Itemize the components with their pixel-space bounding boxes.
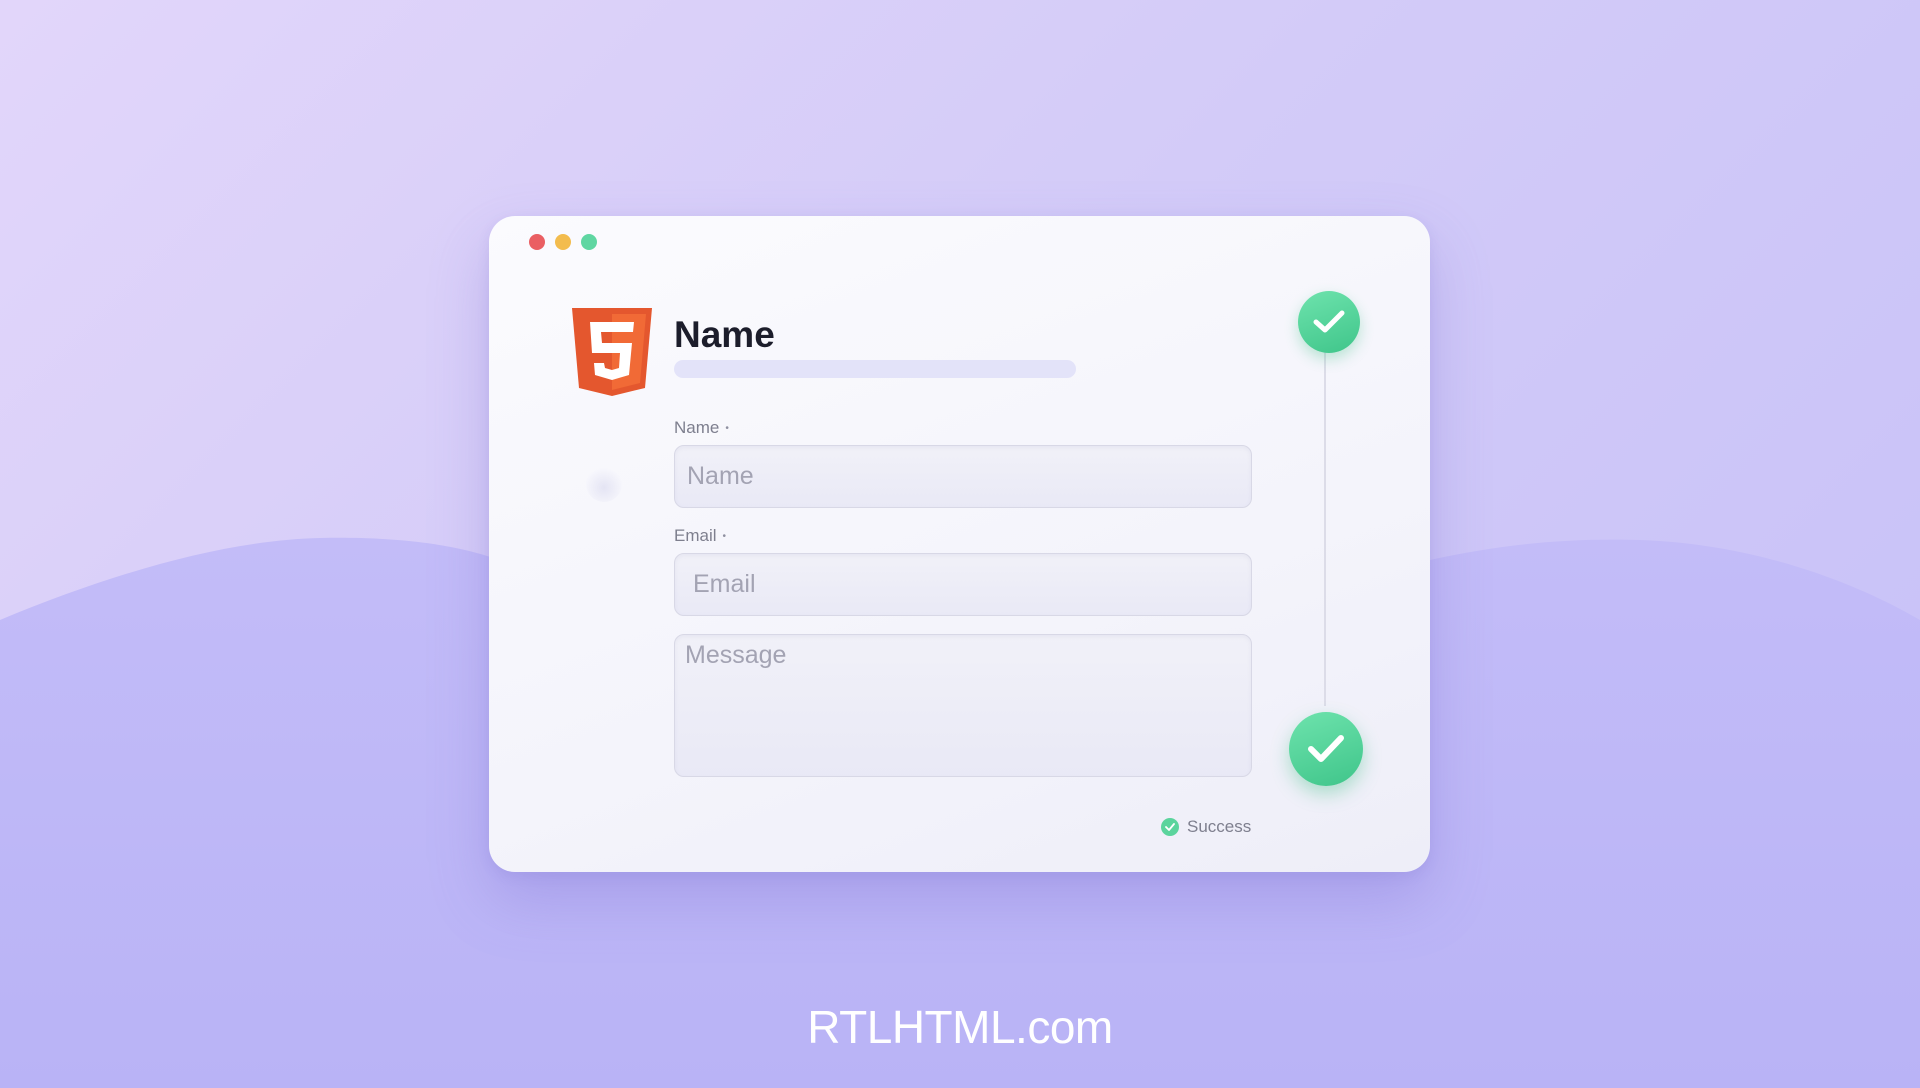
email-required-mark: •	[722, 531, 727, 543]
check-icon	[1313, 310, 1345, 333]
name-input[interactable]	[674, 445, 1252, 508]
check-icon	[1308, 735, 1344, 762]
html5-logo-icon	[572, 308, 652, 396]
loading-indicator	[586, 466, 622, 502]
minimize-button[interactable]	[555, 234, 571, 250]
step-complete-badge	[1298, 291, 1360, 353]
page-background: Name Name • Email •	[0, 0, 1920, 1088]
status-text: Success	[1187, 817, 1252, 836]
message-textarea[interactable]	[674, 634, 1252, 777]
email-input[interactable]	[674, 553, 1252, 616]
step-connector-line	[1324, 346, 1326, 706]
check-icon	[1161, 818, 1179, 836]
maximize-button[interactable]	[581, 234, 597, 250]
email-label-text: Email	[674, 526, 717, 545]
name-label-text: Name	[674, 418, 720, 437]
brand-watermark: RTLHTML.com	[807, 1001, 1113, 1053]
name-label: Name •	[674, 418, 729, 438]
close-button[interactable]	[529, 234, 545, 250]
email-label: Email •	[674, 526, 726, 546]
heading-progress-bar	[674, 360, 1076, 378]
form-heading: Name	[674, 314, 775, 355]
window-controls	[529, 234, 597, 250]
name-required-mark: •	[725, 423, 729, 435]
app-window: Name Name • Email •	[489, 216, 1430, 872]
submit-success-button[interactable]	[1289, 712, 1363, 786]
status-indicator: Success	[1161, 817, 1251, 837]
